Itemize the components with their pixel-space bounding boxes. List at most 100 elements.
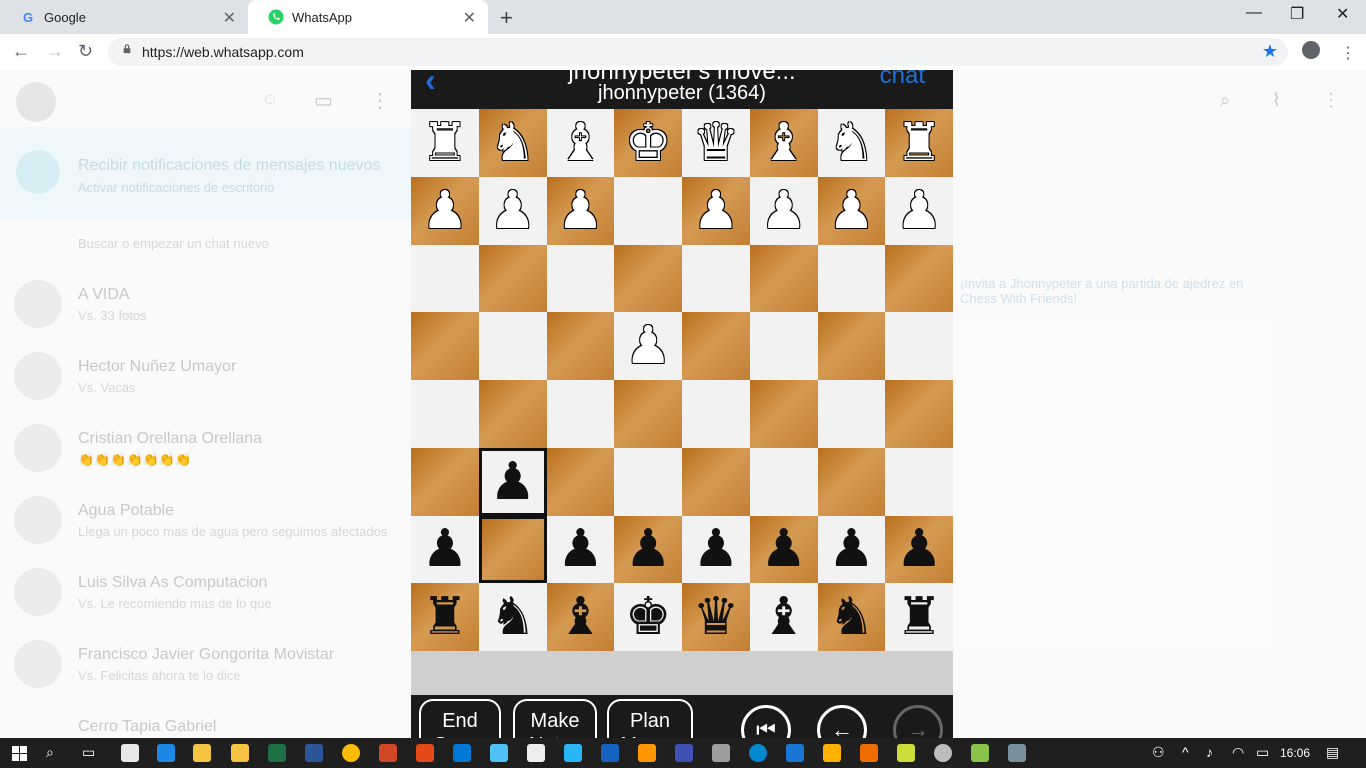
black-pawn-icon[interactable]: ♟: [693, 523, 740, 575]
white-pawn-icon[interactable]: ♟: [896, 185, 943, 237]
board-square[interactable]: ♟: [749, 515, 818, 584]
board-square[interactable]: [614, 380, 682, 448]
board-square[interactable]: ♚: [614, 583, 682, 651]
board-square[interactable]: [682, 312, 750, 380]
board-square[interactable]: [749, 244, 818, 313]
app-icon[interactable]: [971, 744, 989, 762]
app-icon[interactable]: [1008, 744, 1026, 762]
white-rook-icon[interactable]: ♜: [422, 117, 469, 169]
board-square[interactable]: ♚: [614, 109, 682, 177]
board-square[interactable]: [614, 176, 682, 245]
board-square[interactable]: [885, 244, 953, 313]
black-pawn-icon[interactable]: ♟: [625, 523, 672, 575]
battery-icon[interactable]: ▭: [1256, 744, 1269, 761]
white-knight-icon[interactable]: ♞: [489, 117, 536, 169]
excel-icon[interactable]: [268, 744, 286, 762]
board-square[interactable]: [885, 312, 953, 380]
reload-icon[interactable]: ↻: [78, 41, 93, 62]
black-bishop-icon[interactable]: ♝: [557, 591, 604, 643]
back-icon[interactable]: ←: [12, 41, 30, 62]
bookmark-star-icon[interactable]: ★: [1262, 41, 1278, 62]
chrome-icon[interactable]: [342, 744, 360, 762]
board-square[interactable]: [478, 515, 547, 584]
board-square[interactable]: ♜: [885, 583, 953, 651]
board-square[interactable]: ♜: [885, 109, 953, 177]
white-pawn-icon[interactable]: ♟: [422, 185, 469, 237]
board-square[interactable]: [885, 380, 953, 448]
board-square[interactable]: [817, 380, 886, 448]
black-queen-icon[interactable]: ♛: [693, 591, 740, 643]
board-square[interactable]: [749, 447, 818, 516]
wifi-icon[interactable]: ◠: [1232, 744, 1244, 761]
board-square[interactable]: ♞: [817, 109, 886, 177]
black-pawn-icon[interactable]: ♟: [828, 523, 875, 575]
black-bishop-icon[interactable]: ♝: [760, 591, 807, 643]
board-square[interactable]: [411, 312, 479, 380]
black-rook-icon[interactable]: ♜: [422, 591, 469, 643]
board-square[interactable]: [817, 244, 886, 313]
outlook-icon[interactable]: [453, 744, 471, 762]
board-square[interactable]: ♝: [546, 109, 615, 177]
windows-start-icon[interactable]: [12, 746, 27, 761]
app-icon[interactable]: [786, 744, 804, 762]
board-square[interactable]: [478, 312, 547, 380]
mail-icon[interactable]: [121, 744, 139, 762]
board-square[interactable]: ♞: [478, 583, 547, 651]
board-square[interactable]: ♞: [478, 109, 547, 177]
white-bishop-icon[interactable]: ♝: [557, 117, 604, 169]
board-square[interactable]: [546, 447, 615, 516]
board-square[interactable]: [885, 447, 953, 516]
board-square[interactable]: ♜: [411, 583, 479, 651]
black-knight-icon[interactable]: ♞: [489, 591, 536, 643]
people-icon[interactable]: ⚇: [1152, 744, 1165, 761]
rewind-icon[interactable]: ⏮: [741, 705, 791, 738]
close-icon[interactable]: ✕: [223, 8, 236, 28]
omnibox[interactable]: https://web.whatsapp.com ★: [108, 38, 1288, 66]
teamviewer-icon[interactable]: [749, 744, 767, 762]
app-icon[interactable]: [564, 744, 582, 762]
board-square[interactable]: [749, 380, 818, 448]
white-bishop-icon[interactable]: ♝: [760, 117, 807, 169]
white-pawn-icon[interactable]: ♟: [828, 185, 875, 237]
forward-arrow-icon[interactable]: →: [893, 705, 943, 738]
white-king-icon[interactable]: ♚: [625, 117, 672, 169]
board-square[interactable]: ♝: [546, 583, 615, 651]
white-queen-icon[interactable]: ♛: [693, 117, 740, 169]
board-square[interactable]: ♟: [546, 515, 615, 584]
board-square[interactable]: ♟: [546, 176, 615, 245]
board-square[interactable]: [682, 447, 750, 516]
chess-board[interactable]: ♜ ♞ ♝ ♚ ♛ ♝ ♞ ♜ ♟ ♟ ♟ ♟ ♟ ♟ ♟ ♟ ♟ ♟ ♟ ♟ ♟ ♟ ♟ ♟ ♜ ♞ ♝ ♚ ♛ ♝ ♞ ♜: [411, 109, 953, 651]
app-icon[interactable]: [823, 744, 841, 762]
board-square[interactable]: [682, 380, 750, 448]
white-pawn-icon[interactable]: ♟: [625, 320, 672, 372]
board-square[interactable]: [478, 380, 547, 448]
board-square[interactable]: ♟: [478, 447, 547, 516]
board-square[interactable]: ♟: [478, 176, 547, 245]
tray-chevron-icon[interactable]: ^: [1182, 744, 1189, 760]
tab-whatsapp[interactable]: WhatsApp ✕: [248, 0, 488, 34]
tab-google[interactable]: G Google ✕: [0, 0, 248, 34]
white-rook-icon[interactable]: ♜: [896, 117, 943, 169]
white-pawn-icon[interactable]: ♟: [693, 185, 740, 237]
word-icon[interactable]: [305, 744, 323, 762]
board-square[interactable]: ♟: [411, 176, 479, 245]
board-square[interactable]: [614, 447, 682, 516]
board-square[interactable]: [546, 380, 615, 448]
board-square[interactable]: [817, 312, 886, 380]
app-icon[interactable]: [712, 744, 730, 762]
board-square[interactable]: [478, 244, 547, 313]
chat-button[interactable]: chat: [880, 70, 925, 90]
board-square[interactable]: ♟: [749, 176, 818, 245]
office-icon[interactable]: [416, 744, 434, 762]
app-icon[interactable]: [934, 744, 952, 762]
board-square[interactable]: ♛: [682, 109, 750, 177]
black-pawn-icon[interactable]: ♟: [422, 523, 469, 575]
board-square[interactable]: [546, 312, 615, 380]
board-square[interactable]: ♝: [749, 109, 818, 177]
board-square[interactable]: ♛: [682, 583, 750, 651]
search-icon[interactable]: ⌕: [46, 744, 54, 761]
board-square[interactable]: ♟: [682, 515, 750, 584]
black-pawn-icon[interactable]: ♟: [557, 523, 604, 575]
back-arrow-icon[interactable]: ←: [817, 705, 867, 738]
document-icon[interactable]: [527, 744, 545, 762]
